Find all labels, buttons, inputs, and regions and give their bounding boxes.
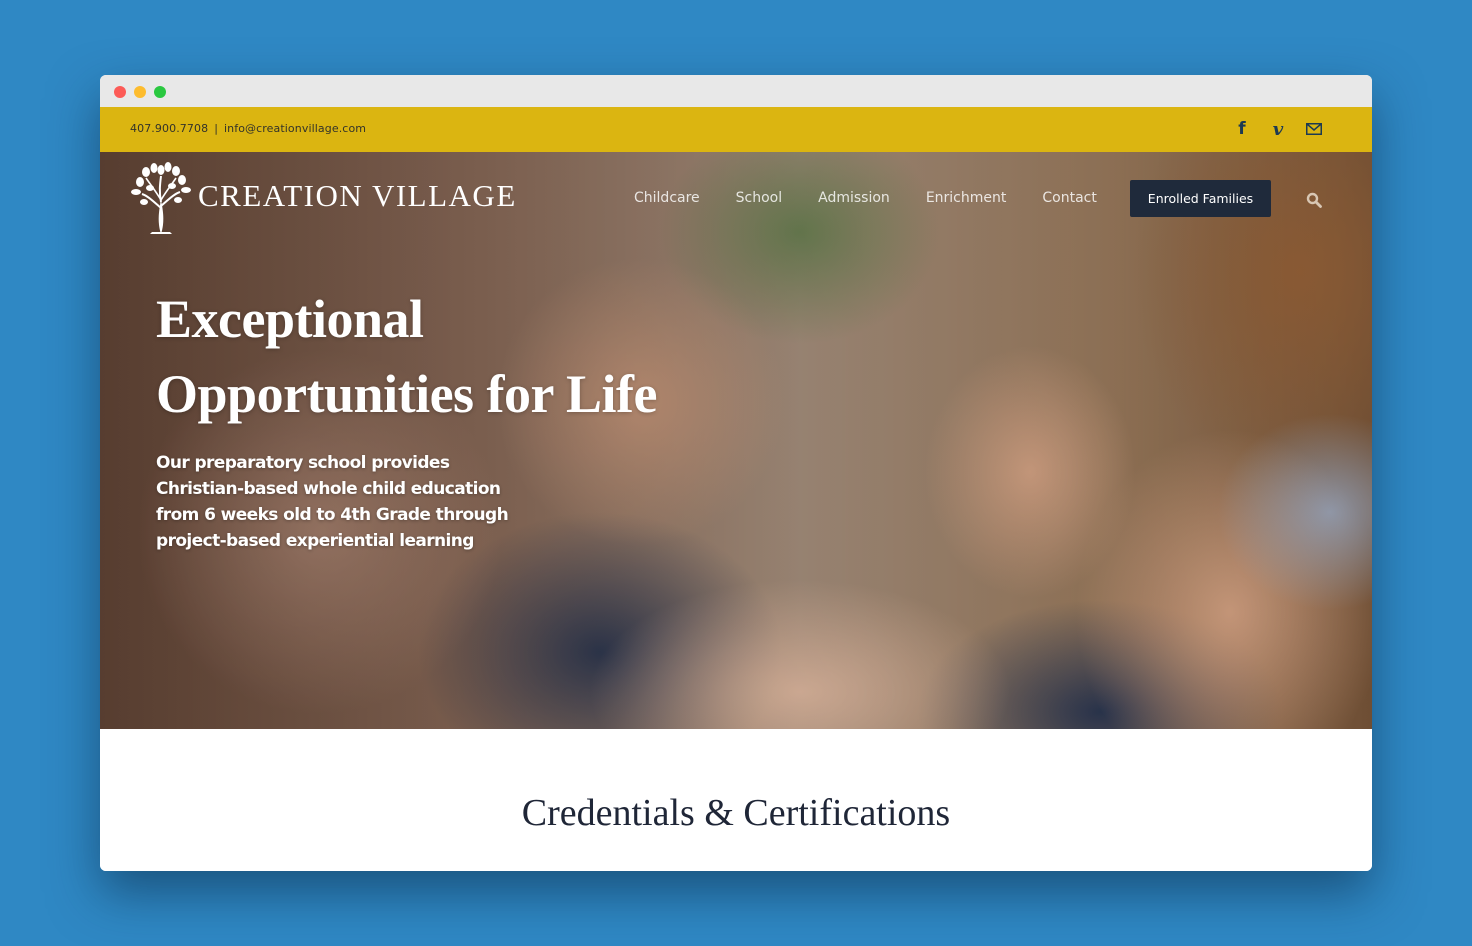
hero-title-line-2: Opportunities for Life [156, 364, 658, 424]
hero-title: Exceptional Opportunities for Life [156, 282, 658, 432]
contact-info: 407.900.7708 | info@creationvillage.com [130, 122, 366, 135]
top-contact-bar: 407.900.7708 | info@creationvillage.com f … [100, 107, 1372, 152]
nav-item-school[interactable]: School [736, 190, 782, 206]
hero-section: CREATION VILLAGE Childcare School Admiss… [100, 152, 1372, 729]
main-nav: Childcare School Admission Enrichment Co… [634, 190, 1133, 206]
close-window-button[interactable] [114, 86, 126, 98]
search-icon[interactable] [1306, 192, 1322, 208]
browser-window: 407.900.7708 | info@creationvillage.com f … [100, 75, 1372, 871]
tree-logo-icon [131, 162, 191, 234]
facebook-icon[interactable]: f [1234, 119, 1250, 139]
logo-text: CREATION VILLAGE [198, 178, 517, 213]
nav-item-contact[interactable]: Contact [1042, 190, 1096, 206]
window-titlebar [100, 75, 1372, 107]
nav-item-admission[interactable]: Admission [818, 190, 890, 206]
social-links: f v [1234, 119, 1322, 140]
section-title: Credentials & Certifications [521, 792, 951, 834]
hero-subtitle: Our preparatory school provides Christia… [156, 453, 509, 551]
hero-title-line-1: Exceptional [156, 289, 424, 349]
email-link[interactable]: info@creationvillage.com [224, 122, 366, 135]
maximize-window-button[interactable] [154, 86, 166, 98]
credentials-section: Credentials & Certifications [100, 729, 1372, 871]
vimeo-icon[interactable]: v [1270, 119, 1286, 140]
enrolled-families-button[interactable]: Enrolled Families [1130, 180, 1271, 217]
separator: | [214, 122, 218, 135]
site-logo[interactable]: CREATION VILLAGE [130, 162, 517, 236]
nav-item-enrichment[interactable]: Enrichment [926, 190, 1007, 206]
mail-icon[interactable] [1306, 120, 1322, 138]
phone-link[interactable]: 407.900.7708 [130, 122, 208, 135]
nav-item-childcare[interactable]: Childcare [634, 190, 700, 206]
minimize-window-button[interactable] [134, 86, 146, 98]
